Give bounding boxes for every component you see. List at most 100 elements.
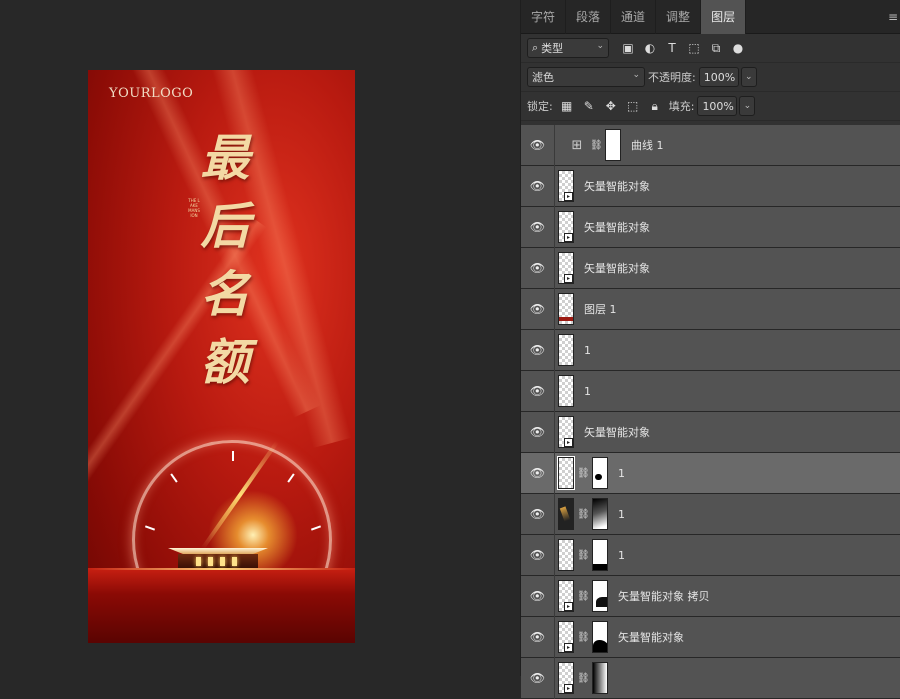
filter-kind-select[interactable]: ⌕ 类型 ⌄: [527, 38, 609, 58]
visibility-eye-icon[interactable]: 👁︎: [521, 370, 555, 412]
pixel-filter-icon[interactable]: ▣: [617, 38, 639, 58]
tab-adjustments[interactable]: 调整: [656, 0, 702, 34]
layer-name[interactable]: 曲线 1: [631, 137, 664, 153]
shape-filter-icon[interactable]: ⬚: [683, 38, 705, 58]
lock-all-icon[interactable]: 🔒︎: [644, 96, 666, 116]
layer-thumbnail[interactable]: [558, 293, 574, 325]
layer-row[interactable]: 👁︎ ▸ 矢量智能对象: [521, 247, 900, 289]
opacity-value: 100%: [703, 70, 736, 84]
visibility-eye-icon[interactable]: 👁︎: [521, 206, 555, 248]
visibility-eye-icon[interactable]: 👁︎: [521, 411, 555, 453]
layer-mask-thumbnail[interactable]: [592, 580, 608, 612]
blend-mode-select[interactable]: 滤色 ⌄: [527, 67, 645, 87]
visibility-eye-icon[interactable]: 👁︎: [521, 657, 555, 699]
clock-tick: [170, 473, 178, 483]
document-canvas[interactable]: YOURLOGO THE LAKE MANSION 最 后 名 额: [0, 0, 518, 676]
filter-toggle-icon[interactable]: ●: [727, 38, 749, 58]
lock-transparency-icon[interactable]: ▦: [556, 96, 578, 116]
layer-row[interactable]: 👁︎ ⊞ ⛓︎ 曲线 1: [521, 124, 900, 166]
tab-layers[interactable]: 图层: [701, 0, 747, 34]
link-chain-icon[interactable]: ⛓︎: [577, 632, 590, 643]
layer-row[interactable]: 👁︎ ▸ ⛓︎ 矢量智能对象 拷贝: [521, 575, 900, 617]
layer-name[interactable]: 矢量智能对象: [584, 178, 650, 194]
layer-row[interactable]: 👁︎ ▸ 矢量智能对象: [521, 411, 900, 453]
lock-image-brush-icon[interactable]: ✎: [578, 96, 600, 116]
lock-artboard-icon[interactable]: ⬚: [622, 96, 644, 116]
visibility-eye-icon[interactable]: 👁︎: [521, 452, 555, 494]
opacity-slider-button[interactable]: ⌄: [740, 67, 757, 87]
layer-name[interactable]: 矢量智能对象: [618, 629, 684, 645]
layer-thumbnail[interactable]: ▸: [558, 170, 574, 202]
layer-row[interactable]: 👁︎ 图层 1: [521, 288, 900, 330]
layer-mask-thumbnail[interactable]: [605, 129, 621, 161]
fill-input[interactable]: 100%: [697, 96, 738, 116]
layer-name[interactable]: 矢量智能对象 拷贝: [618, 588, 710, 604]
visibility-eye-icon[interactable]: 👁︎: [521, 493, 555, 535]
tab-character[interactable]: 字符: [521, 0, 567, 34]
smart-object-badge-icon: ▸: [564, 233, 573, 242]
link-chain-icon[interactable]: ⛓︎: [577, 591, 590, 602]
layer-name[interactable]: 1: [618, 508, 625, 521]
layer-name[interactable]: 1: [584, 385, 591, 398]
layer-mask-thumbnail[interactable]: [592, 457, 608, 489]
fill-slider-button[interactable]: ⌄: [739, 96, 756, 116]
layer-thumbnail[interactable]: ▸: [558, 252, 574, 284]
smart-object-filter-icon[interactable]: ⧉: [705, 38, 727, 58]
layer-thumbnail[interactable]: [557, 456, 575, 490]
visibility-eye-icon[interactable]: 👁︎: [521, 124, 555, 166]
layer-thumbnail[interactable]: [558, 539, 574, 571]
layer-name[interactable]: 1: [584, 344, 591, 357]
layer-mask-thumbnail[interactable]: [592, 621, 608, 653]
layer-row[interactable]: 👁︎ 1: [521, 329, 900, 371]
link-chain-icon[interactable]: ⛓︎: [577, 673, 590, 684]
tab-channels[interactable]: 通道: [611, 0, 657, 34]
layer-name[interactable]: 矢量智能对象: [584, 219, 650, 235]
layer-row[interactable]: 👁︎ ▸ 矢量智能对象: [521, 206, 900, 248]
layer-mask-thumbnail[interactable]: [592, 662, 608, 694]
layer-row[interactable]: 👁︎ ⛓︎ 1: [521, 534, 900, 576]
layer-thumbnail[interactable]: ▸: [558, 211, 574, 243]
layer-thumbnail[interactable]: [558, 498, 574, 530]
adjustment-filter-icon[interactable]: ◐: [639, 38, 661, 58]
layer-row[interactable]: 👁︎ ▸ 矢量智能对象: [521, 165, 900, 207]
link-chain-icon[interactable]: ⛓︎: [577, 468, 590, 479]
tab-paragraph[interactable]: 段落: [566, 0, 612, 34]
smart-object-badge-icon: ▸: [564, 684, 573, 693]
link-chain-icon[interactable]: ⛓︎: [590, 140, 603, 151]
layer-thumbnail[interactable]: ▸: [558, 662, 574, 694]
layer-row[interactable]: 👁︎ ▸ ⛓︎: [521, 657, 900, 699]
layer-name[interactable]: 1: [618, 467, 625, 480]
link-chain-icon[interactable]: ⛓︎: [577, 509, 590, 520]
layer-thumbnail[interactable]: [558, 334, 574, 366]
layer-name[interactable]: 矢量智能对象: [584, 424, 650, 440]
layer-thumbnail[interactable]: ▸: [558, 621, 574, 653]
panel-menu-icon[interactable]: ≡: [888, 10, 898, 24]
visibility-eye-icon[interactable]: 👁︎: [521, 247, 555, 289]
layer-thumbnail[interactable]: ▸: [558, 580, 574, 612]
lock-position-move-icon[interactable]: ✥: [600, 96, 622, 116]
smart-object-badge-icon: ▸: [564, 602, 573, 611]
layer-row[interactable]: 👁︎ 1: [521, 370, 900, 412]
visibility-eye-icon[interactable]: 👁︎: [521, 616, 555, 658]
visibility-eye-icon[interactable]: 👁︎: [521, 575, 555, 617]
layer-thumbnail[interactable]: ▸: [558, 416, 574, 448]
layer-name[interactable]: 1: [618, 549, 625, 562]
type-filter-icon[interactable]: T: [661, 38, 683, 58]
layer-name[interactable]: 矢量智能对象: [584, 260, 650, 276]
layer-mask-thumbnail[interactable]: [592, 539, 608, 571]
filter-kind-value: 类型: [541, 42, 564, 55]
layer-row[interactable]: 👁︎ ⛓︎ 1: [521, 493, 900, 535]
visibility-eye-icon[interactable]: 👁︎: [521, 165, 555, 207]
opacity-input[interactable]: 100%: [698, 67, 739, 87]
visibility-eye-icon[interactable]: 👁︎: [521, 534, 555, 576]
layer-row[interactable]: 👁︎ ▸ ⛓︎ 矢量智能对象: [521, 616, 900, 658]
layer-row-selected[interactable]: 👁︎ ⛓︎ 1: [521, 452, 900, 494]
link-chain-icon[interactable]: ⛓︎: [577, 550, 590, 561]
visibility-eye-icon[interactable]: 👁︎: [521, 288, 555, 330]
layer-name[interactable]: 图层 1: [584, 301, 617, 317]
smart-object-badge-icon: ▸: [564, 438, 573, 447]
layer-thumbnail[interactable]: [558, 375, 574, 407]
layer-mask-thumbnail[interactable]: [592, 498, 608, 530]
visibility-eye-icon[interactable]: 👁︎: [521, 329, 555, 371]
building-body: [178, 554, 258, 568]
